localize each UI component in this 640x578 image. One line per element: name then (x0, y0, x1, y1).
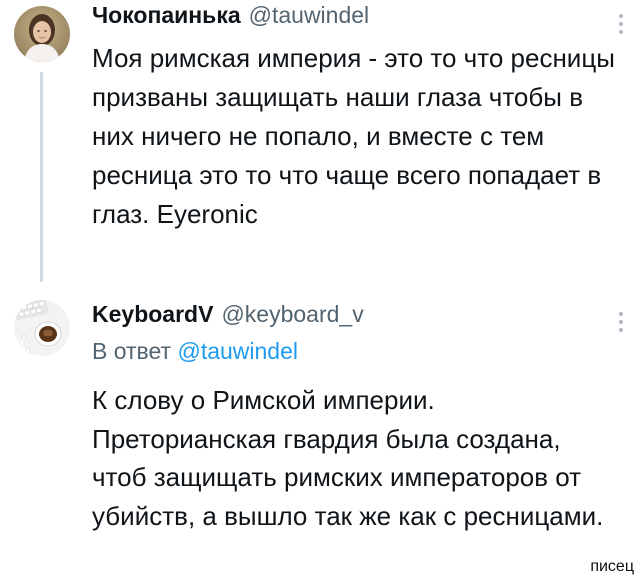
thread-connector-line (40, 72, 43, 282)
watermark: писец (590, 558, 634, 575)
tweet-text: Моя римская империя - это то что ресницы… (92, 43, 615, 229)
tweet-header: Чокопаинька @tauwindel (92, 2, 369, 32)
user-handle[interactable]: @tauwindel (249, 2, 370, 29)
avatar[interactable] (14, 300, 70, 356)
avatar[interactable] (14, 6, 70, 62)
tweet-header: KeyboardV @keyboard_v (92, 301, 364, 331)
reply-mention-link[interactable]: @tauwindel (177, 338, 298, 364)
tweet-2[interactable]: KeyboardV @keyboard_v В ответ @tauwindel… (0, 296, 640, 578)
more-options-icon[interactable] (618, 14, 624, 34)
reply-prefix: В ответ (92, 338, 172, 364)
reply-context: В ответ @tauwindel (92, 338, 298, 365)
tweet-1[interactable]: Чокопаинька @tauwindel Моя римская импер… (0, 0, 640, 290)
user-photo-icon (14, 6, 70, 62)
more-options-icon[interactable] (618, 312, 624, 332)
display-name[interactable]: KeyboardV (92, 301, 213, 328)
coffee-keyboard-icon (14, 300, 70, 356)
tweet-text: К слову о Римской империи. Преторианская… (92, 385, 604, 531)
display-name[interactable]: Чокопаинька (92, 2, 241, 29)
user-handle[interactable]: @keyboard_v (221, 301, 363, 328)
